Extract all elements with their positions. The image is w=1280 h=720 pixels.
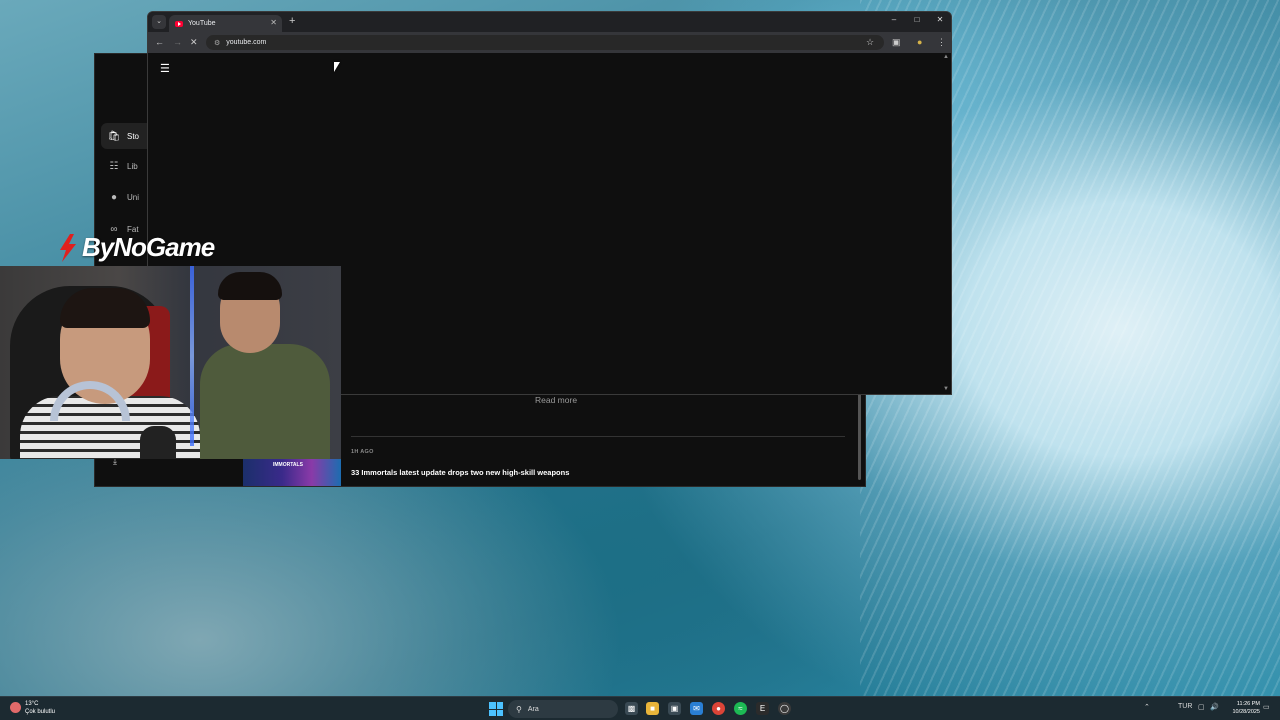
epic-games-icon[interactable]: E (756, 702, 769, 715)
chevron-up-icon[interactable]: ⌃ (1144, 703, 1150, 711)
task-view-icon[interactable]: ▩ (625, 702, 638, 715)
browser-titlebar: ⌄ YouTube ✕ + – □ ✕ (148, 12, 951, 32)
close-window-button[interactable]: ✕ (929, 15, 951, 24)
sidebar-item-label: Sto (127, 131, 140, 141)
star-icon: ☆ (866, 37, 875, 47)
divider (351, 436, 845, 437)
youtube-menu-button[interactable]: ☰ (160, 62, 170, 75)
thumbnail-text: IMMORTALS (273, 462, 303, 468)
new-tab-button[interactable]: + (289, 15, 295, 27)
maximize-button[interactable]: □ (906, 15, 928, 24)
logo-text: ByNoGame (82, 232, 215, 262)
mouse-cursor-icon (334, 62, 340, 72)
language-indicator[interactable]: TUR (1178, 703, 1192, 710)
close-icon[interactable]: ✕ (270, 18, 277, 27)
windows-icon-pane (496, 709, 503, 716)
browser-menu-button[interactable]: ⋮ (937, 37, 946, 48)
sidebar-item-label: Uni (127, 192, 140, 202)
start-button[interactable] (489, 702, 503, 716)
sidebar-item-library[interactable]: ☷ Lib (101, 153, 149, 179)
minimize-button[interactable]: – (883, 15, 905, 24)
file-explorer-icon[interactable]: ■ (646, 702, 659, 715)
tab-title: YouTube (188, 20, 216, 27)
back-button[interactable]: ← (155, 37, 164, 47)
address-bar[interactable]: ⚙ youtube.com (206, 35, 884, 50)
browser-toolbar: ← → ✕ ⚙ youtube.com ☆ ▣ ● ⋮ (148, 32, 951, 53)
plus-icon: + (289, 15, 296, 27)
streamer-hair (60, 288, 150, 328)
volume-icon[interactable]: 🔊 (1210, 703, 1219, 711)
close-icon: ✕ (936, 15, 944, 24)
windows-icon-pane (496, 702, 503, 709)
library-icon: ☷ (109, 160, 119, 172)
unity-icon: ● (110, 191, 118, 203)
tune-icon[interactable]: ⚙ (214, 39, 220, 47)
clock-date: 10/28/2025 (1232, 709, 1260, 715)
chrome-icon[interactable]: ● (712, 702, 725, 715)
address-bar-url: youtube.com (226, 39, 267, 46)
weather-temp: 13°C (25, 701, 39, 707)
scroll-down-icon[interactable]: ▼ (943, 386, 949, 392)
arrow-left-icon: ← (155, 37, 164, 47)
taskbar-search[interactable]: ⚲ Ara (508, 700, 618, 718)
puzzle-icon: ▣ (892, 37, 901, 47)
store-icon[interactable]: ▣ (668, 702, 681, 715)
weather-desc: Çok bulutlu (25, 709, 56, 715)
obs-icon[interactable]: ◯ (778, 702, 791, 715)
chevron-down-icon: ⌄ (156, 18, 162, 25)
scroll-up-icon[interactable]: ▲ (943, 54, 949, 60)
webcam-overlay (0, 266, 341, 459)
more-vert-icon: ⋮ (937, 37, 946, 47)
arrow-right-icon: → (173, 37, 182, 47)
windows-icon (489, 702, 496, 709)
profile-button[interactable]: ● (917, 37, 922, 47)
weather-text: 13°C Çok bulutlu (25, 700, 55, 716)
extensions-button[interactable]: ▣ (892, 37, 901, 48)
led-strip (190, 266, 194, 446)
taskbar: 13°C Çok bulutlu ⚲ Ara ▩ ■ ▣ ✉ ● ≈ E ◯ ⌃… (0, 696, 1280, 720)
network-icon[interactable]: ▢ (1198, 703, 1205, 711)
microphone (140, 426, 176, 459)
sidebar-item-unity[interactable]: ● Uni (101, 184, 149, 210)
minimize-icon: – (891, 15, 897, 24)
sidebar-item-label: Lib (127, 161, 138, 171)
hamburger-icon: ☰ (160, 63, 170, 75)
stop-loading-icon: ✕ (190, 37, 198, 47)
guest-hair (218, 272, 282, 300)
news-headline[interactable]: 33 Immortals latest update drops two new… (351, 468, 569, 477)
bynogame-logo-mark (60, 233, 76, 262)
bag-icon: 🛍 (107, 130, 121, 142)
clock-time: 11:26 PM (1236, 701, 1260, 707)
mail-icon[interactable]: ✉ (690, 702, 703, 715)
scrollbar[interactable] (858, 394, 861, 480)
maximize-icon: □ (914, 15, 920, 24)
notification-icon[interactable]: ▭ (1263, 703, 1270, 711)
bookmark-button[interactable]: ☆ (866, 37, 874, 48)
news-timestamp: 1H AGO (351, 449, 374, 455)
youtube-icon (175, 20, 183, 27)
spotify-icon[interactable]: ≈ (734, 702, 747, 715)
read-more-link[interactable]: Read more (535, 395, 577, 405)
search-icon: ⚲ (516, 704, 522, 714)
weather-icon (10, 702, 21, 713)
tab-search-button[interactable]: ⌄ (152, 15, 166, 29)
clock[interactable]: 11:26 PM 10/28/2025 (1226, 700, 1260, 716)
guest-body (200, 344, 330, 459)
avatar: ● (917, 37, 923, 47)
news-thumbnail[interactable]: IMMORTALS (243, 459, 341, 486)
stop-button[interactable]: ✕ (190, 37, 198, 48)
forward-button[interactable]: → (173, 37, 182, 47)
windows-icon-pane (489, 709, 496, 716)
tab-youtube[interactable]: YouTube ✕ (169, 15, 282, 32)
sidebar-item-store[interactable]: 🛍 Sto (101, 123, 149, 149)
search-placeholder: Ara (527, 705, 539, 713)
bynogame-logo: ByNoGame (56, 232, 215, 263)
